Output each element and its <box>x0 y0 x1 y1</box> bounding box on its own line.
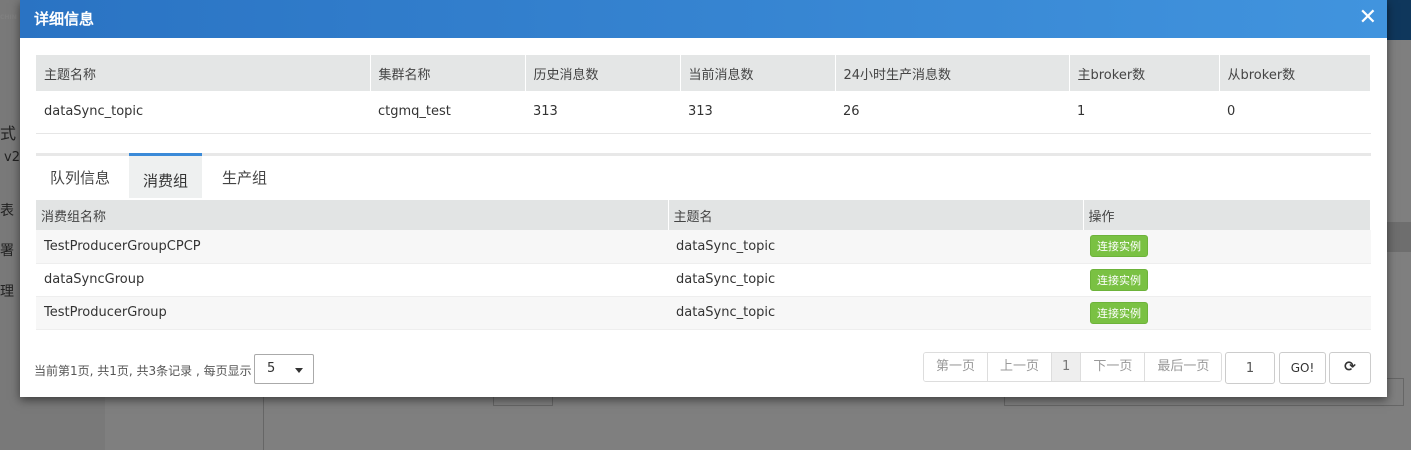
table-row: dataSyncGroup dataSync_topic 连接实例 <box>36 263 1371 297</box>
table-row: TestProducerGroup dataSync_topic 连接实例 <box>36 296 1371 330</box>
consumer-group-name: TestProducerGroup <box>36 296 668 330</box>
first-page-button[interactable]: 第一页 <box>924 353 989 381</box>
connect-instance-button[interactable]: 连接实例 <box>1090 268 1148 291</box>
topic-name: dataSync_topic <box>668 296 1083 330</box>
go-button[interactable]: GO! <box>1279 352 1326 384</box>
action-cell: 连接实例 <box>1083 263 1371 297</box>
table-cell: 1 <box>1069 91 1219 134</box>
detail-modal: 详细信息 ✕ 主题名称 集群名称 历史消息数 当前消息数 24小时生产消息数 主… <box>20 0 1387 397</box>
next-page-button[interactable]: 下一页 <box>1081 353 1146 381</box>
prev-page-button[interactable]: 上一页 <box>988 353 1053 381</box>
column-header: 消费组名称 <box>36 200 669 230</box>
table-header-row: 消费组名称 主题名 操作 <box>36 200 1371 230</box>
goto-page-input[interactable]: 1 <box>1225 352 1275 384</box>
topic-info-table: 主题名称 集群名称 历史消息数 当前消息数 24小时生产消息数 主broker数… <box>36 55 1371 134</box>
table-header-row: 主题名称 集群名称 历史消息数 当前消息数 24小时生产消息数 主broker数… <box>36 55 1371 91</box>
consumer-group-name: dataSyncGroup <box>36 263 668 297</box>
column-header: 操作 <box>1083 200 1371 230</box>
table-row: TestProducerGroupCPCP dataSync_topic 连接实… <box>36 230 1371 264</box>
column-header: 集群名称 <box>370 55 526 91</box>
modal-title: 详细信息 <box>34 10 95 28</box>
column-header: 主题名称 <box>36 55 371 91</box>
action-cell: 连接实例 <box>1083 296 1371 330</box>
modal-body: 主题名称 集群名称 历史消息数 当前消息数 24小时生产消息数 主broker数… <box>34 55 1371 384</box>
table-cell: ctgmq_test <box>370 91 525 134</box>
column-header: 主题名 <box>668 200 1084 230</box>
table-row: dataSync_topic ctgmq_test 313 313 26 1 0 <box>36 91 1371 134</box>
column-header: 从broker数 <box>1219 55 1371 91</box>
action-cell: 连接实例 <box>1083 230 1371 264</box>
column-header: 当前消息数 <box>680 55 836 91</box>
table-cell: 313 <box>525 91 680 134</box>
page-info-text: 当前第1页, 共1页, 共3条记录 , 每页显示 <box>34 364 252 378</box>
pagination-footer: 当前第1页, 共1页, 共3条记录 , 每页显示 5 第一页 上一页 1 下一页… <box>34 352 1371 386</box>
column-header: 历史消息数 <box>525 55 681 91</box>
tab-consumer-groups[interactable]: 消费组 <box>129 153 203 198</box>
table-cell: 0 <box>1219 91 1371 134</box>
topic-name: dataSync_topic <box>668 230 1083 264</box>
page-size-select[interactable]: 5 <box>254 354 314 384</box>
tab-bar: 队列信息 消费组 生产组 <box>36 153 1371 198</box>
topic-name: dataSync_topic <box>668 263 1083 297</box>
pager: 第一页 上一页 1 下一页 最后一页 <box>923 352 1223 382</box>
table-cell: 313 <box>680 91 835 134</box>
modal-header: 详细信息 ✕ <box>20 0 1387 38</box>
column-header: 24小时生产消息数 <box>835 55 1070 91</box>
table-cell: 26 <box>835 91 1069 134</box>
tab-queue-info[interactable]: 队列信息 <box>36 153 124 198</box>
last-page-button[interactable]: 最后一页 <box>1145 353 1222 381</box>
connect-instance-button[interactable]: 连接实例 <box>1090 301 1148 324</box>
refresh-icon[interactable]: ⟳ <box>1329 352 1371 384</box>
table-cell: dataSync_topic <box>36 91 370 134</box>
column-header: 主broker数 <box>1069 55 1220 91</box>
connect-instance-button[interactable]: 连接实例 <box>1090 235 1148 258</box>
close-icon[interactable]: ✕ <box>1359 6 1377 30</box>
page-size-value: 5 <box>267 361 276 376</box>
consumer-group-table: 消费组名称 主题名 操作 TestProducerGroupCPCP dataS… <box>36 200 1371 330</box>
consumer-group-name: TestProducerGroupCPCP <box>36 230 668 264</box>
current-page-button[interactable]: 1 <box>1052 353 1082 381</box>
tab-producer-groups[interactable]: 生产组 <box>208 153 281 198</box>
chevron-down-icon <box>295 368 303 373</box>
